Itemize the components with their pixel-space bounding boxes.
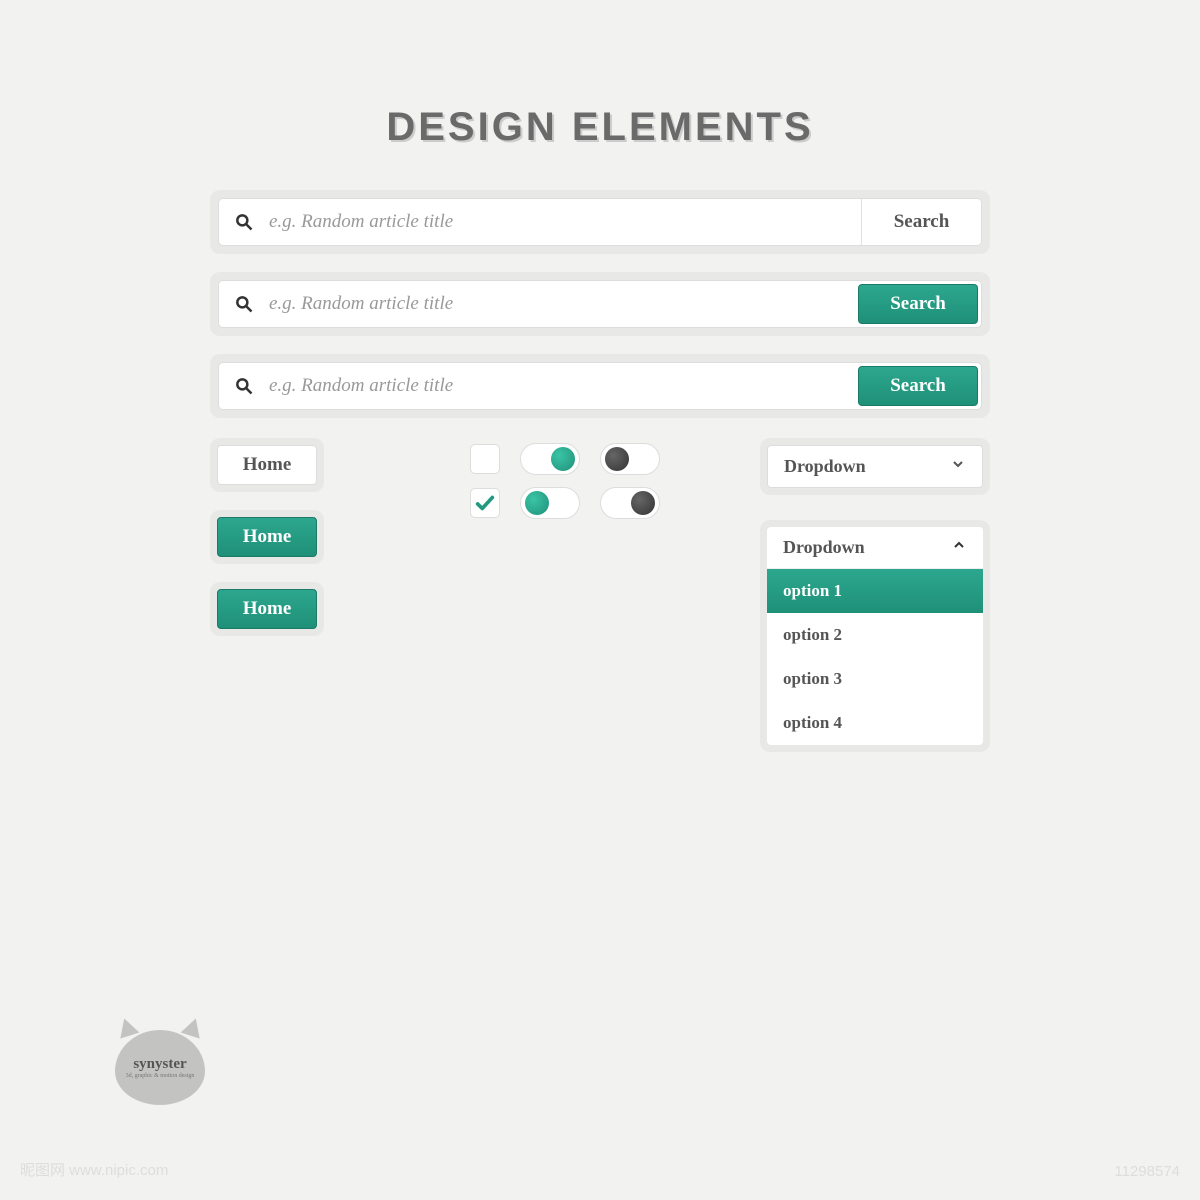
toggle-4[interactable] (600, 487, 660, 519)
brand-tagline: 3d, graphic & motion design (126, 1073, 195, 1079)
brand-name: synyster (133, 1056, 186, 1073)
page-title: DESIGN ELEMENTS (210, 105, 990, 150)
toggle-3[interactable] (520, 487, 580, 519)
search-icon (219, 281, 269, 327)
toggle-2[interactable] (600, 443, 660, 475)
dropdown-option-4[interactable]: option 4 (767, 701, 983, 745)
search-input-1[interactable] (269, 199, 861, 245)
search-icon (219, 199, 269, 245)
watermark-right: 11298574 (1114, 1163, 1180, 1180)
search-button-3[interactable]: Search (858, 366, 978, 406)
toggle-1[interactable] (520, 443, 580, 475)
dropdown-label: Dropdown (783, 537, 865, 558)
checkbox-unchecked[interactable] (470, 444, 500, 474)
home-button-teal-1-wrapper: Home (210, 510, 324, 564)
dropdown-closed: Dropdown (760, 438, 990, 495)
search-bar-3: Search (210, 354, 990, 418)
dropdown-option-1[interactable]: option 1 (767, 569, 983, 613)
search-bar-2: Search (210, 272, 990, 336)
search-button-1[interactable]: Search (861, 199, 981, 245)
brand-logo: synyster 3d, graphic & motion design (115, 1030, 205, 1105)
search-input-3[interactable] (269, 363, 855, 409)
dropdown-option-2[interactable]: option 2 (767, 613, 983, 657)
dropdown-label: Dropdown (784, 456, 866, 477)
chevron-up-icon (951, 537, 967, 558)
search-input-2[interactable] (269, 281, 855, 327)
home-button-teal-2-wrapper: Home (210, 582, 324, 636)
search-bar-1: Search (210, 190, 990, 254)
checkbox-checked[interactable] (470, 488, 500, 518)
dropdown-option-3[interactable]: option 3 (767, 657, 983, 701)
logo-icon: synyster 3d, graphic & motion design (115, 1030, 205, 1105)
chevron-down-icon (950, 456, 966, 477)
dropdown-closed-toggle[interactable]: Dropdown (767, 445, 983, 488)
dropdown-open: Dropdown option 1 option 2 option 3 opti… (760, 520, 990, 752)
search-icon (219, 363, 269, 409)
search-button-2[interactable]: Search (858, 284, 978, 324)
home-button-teal-2[interactable]: Home (217, 589, 317, 629)
home-button-teal-1[interactable]: Home (217, 517, 317, 557)
home-button-white-wrapper: Home (210, 438, 324, 492)
home-button-white[interactable]: Home (217, 445, 317, 485)
watermark-left: 昵图网 www.nipic.com (20, 1159, 168, 1180)
dropdown-open-toggle[interactable]: Dropdown (767, 527, 983, 569)
